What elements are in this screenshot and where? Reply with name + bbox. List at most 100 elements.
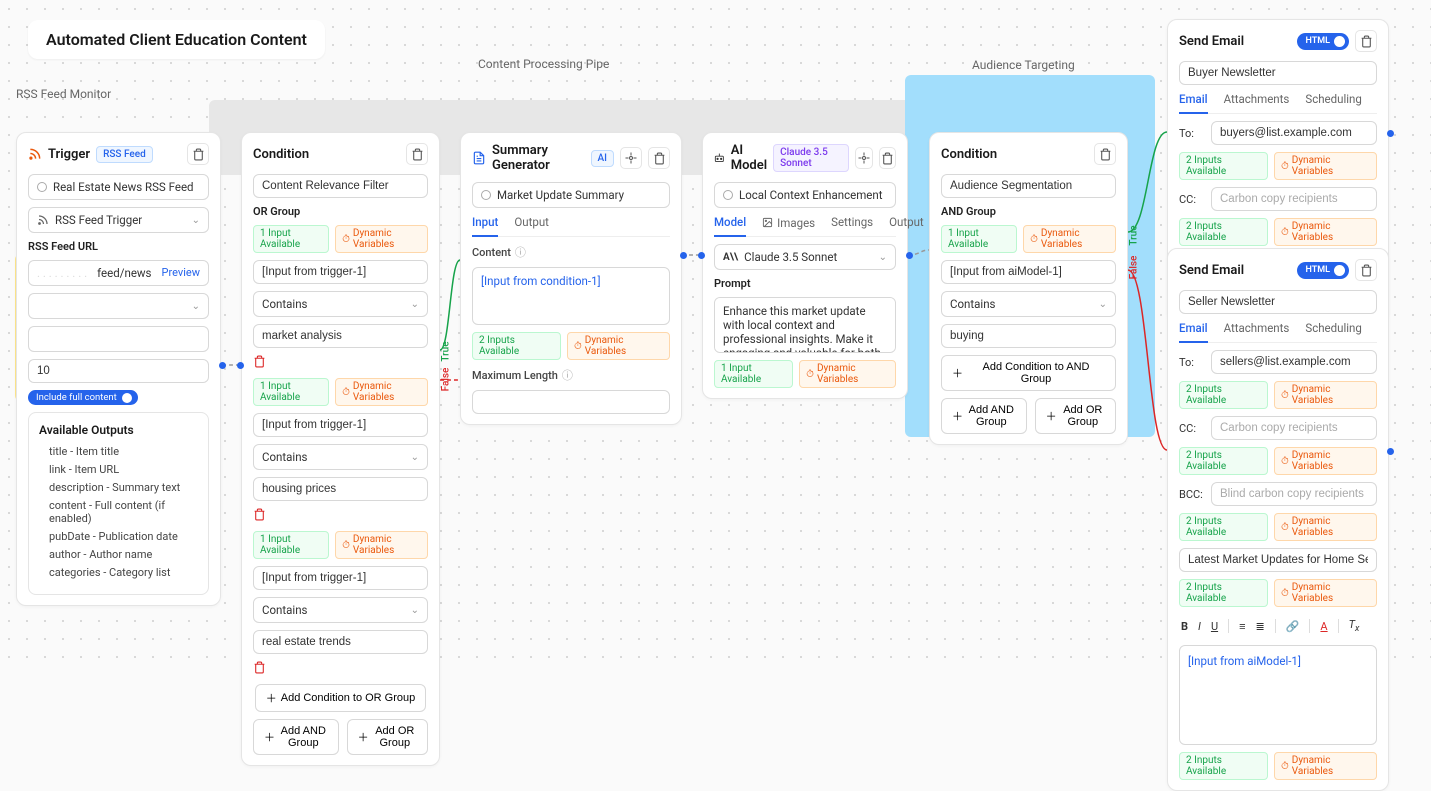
delete-button[interactable] [187, 143, 209, 165]
email2-card[interactable]: Send Email HTML Email Attachments Schedu… [1167, 248, 1389, 791]
dyn-chip[interactable]: ⏱ Dynamic Variables [567, 332, 670, 360]
delete-row[interactable] [253, 508, 428, 524]
body-editor[interactable]: [Input from aiModel-1] [1179, 645, 1377, 745]
to-input[interactable] [1211, 350, 1377, 374]
trigger-card[interactable]: Trigger RSS Feed Real Estate News RSS Fe… [16, 132, 221, 606]
tab-model[interactable]: Model [714, 215, 746, 237]
cc-input[interactable] [1211, 416, 1377, 440]
prompt-textarea[interactable]: Enhance this market update with local co… [714, 297, 896, 353]
operator-select[interactable]: Contains⌄ [253, 444, 428, 470]
delete-row[interactable] [253, 355, 428, 371]
interval-input[interactable] [28, 359, 209, 383]
port[interactable] [237, 362, 244, 369]
operator-select[interactable]: Contains⌄ [253, 291, 428, 317]
dyn-chip[interactable]: ⏱ Dynamic Variables [335, 378, 428, 406]
dyn-chip[interactable]: ⏱ Dynamic Variables [1274, 579, 1377, 607]
input-ref[interactable] [253, 260, 428, 284]
tab-output[interactable]: Output [514, 215, 549, 236]
model-select[interactable]: A\\Claude 3.5 Sonnet ⌄ [714, 244, 896, 270]
delete-button[interactable] [1094, 143, 1116, 165]
input-ref[interactable] [941, 260, 1116, 284]
email-name-input[interactable] [1179, 61, 1377, 85]
preview-link[interactable]: Preview [162, 266, 200, 280]
condition2-card[interactable]: Condition AND Group 1 Input Available⏱ D… [929, 132, 1128, 445]
color-icon[interactable]: A [1320, 620, 1327, 633]
dyn-chip[interactable]: ⏱ Dynamic Variables [799, 360, 896, 388]
port[interactable] [1387, 130, 1394, 137]
italic-icon[interactable]: I [1198, 620, 1201, 633]
tab-output[interactable]: Output [889, 215, 924, 236]
workflow-title[interactable]: Automated Client Education Content [28, 20, 325, 59]
value-input[interactable] [941, 324, 1116, 348]
add-and-condition-button[interactable]: ＋Add Condition to AND Group [941, 355, 1116, 391]
delete-button[interactable] [406, 143, 428, 165]
port[interactable] [219, 362, 226, 369]
dyn-chip[interactable]: ⏱ Dynamic Variables [1274, 752, 1377, 780]
tab-attachments[interactable]: Attachments [1224, 321, 1290, 342]
tab-input[interactable]: Input [472, 215, 498, 237]
to-input[interactable] [1211, 121, 1377, 145]
dyn-chip[interactable]: ⏱ Dynamic Variables [335, 225, 428, 253]
dyn-chip[interactable]: ⏱ Dynamic Variables [1274, 447, 1377, 475]
content-textarea[interactable]: [Input from condition-1] [472, 267, 670, 325]
delete-button[interactable] [879, 147, 896, 169]
unused-select[interactable]: ⌄ [28, 293, 209, 319]
dyn-chip[interactable]: ⏱ Dynamic Variables [1274, 381, 1377, 409]
port[interactable] [906, 252, 913, 259]
subject-input[interactable] [1179, 548, 1377, 572]
delete-button[interactable] [1355, 259, 1377, 281]
tab-email[interactable]: Email [1179, 92, 1208, 114]
condition-name-input[interactable] [941, 174, 1116, 198]
empty-input[interactable] [28, 326, 209, 352]
tab-scheduling[interactable]: Scheduling [1305, 92, 1362, 113]
tab-settings[interactable]: Settings [831, 215, 873, 236]
port[interactable] [680, 252, 687, 259]
settings-button[interactable] [620, 147, 642, 169]
include-full-toggle[interactable]: Include full content [28, 390, 138, 405]
add-and-group-button[interactable]: ＋Add AND Group [253, 719, 339, 755]
rss-url-input[interactable]: . . . . . . . . . feed/news Preview [28, 260, 209, 286]
add-and-group-button[interactable]: ＋Add AND Group [941, 398, 1027, 434]
input-ref[interactable] [253, 566, 428, 590]
clear-icon[interactable]: Tx [1349, 618, 1360, 634]
value-input[interactable] [253, 324, 428, 348]
tab-images[interactable]: Images [762, 215, 815, 236]
delete-button[interactable] [1355, 30, 1377, 52]
link-icon[interactable]: 🔗 [1286, 620, 1300, 633]
value-input[interactable] [253, 477, 428, 501]
html-toggle[interactable]: HTML [1297, 262, 1349, 279]
settings-button[interactable] [855, 147, 872, 169]
dyn-chip[interactable]: ⏱ Dynamic Variables [1274, 152, 1377, 180]
tab-attachments[interactable]: Attachments [1224, 92, 1290, 113]
operator-select[interactable]: Contains⌄ [253, 597, 428, 623]
email-name-input[interactable] [1179, 290, 1377, 314]
dyn-chip[interactable]: ⏱ Dynamic Variables [1274, 218, 1377, 246]
dyn-chip[interactable]: ⏱ Dynamic Variables [1274, 513, 1377, 541]
port[interactable] [698, 252, 705, 259]
list-icon[interactable]: ≡ [1239, 620, 1245, 633]
operator-select[interactable]: Contains⌄ [941, 291, 1116, 317]
maxlen-input[interactable] [472, 390, 670, 414]
aimodel-card[interactable]: AI Model Claude 3.5 Sonnet Local Context… [702, 132, 908, 399]
value-input[interactable] [253, 630, 428, 654]
port[interactable] [1387, 448, 1394, 455]
dyn-chip[interactable]: ⏱ Dynamic Variables [335, 531, 428, 559]
add-or-group-button[interactable]: ＋Add OR Group [347, 719, 428, 755]
delete-button[interactable] [648, 147, 670, 169]
html-toggle[interactable]: HTML [1297, 33, 1349, 50]
underline-icon[interactable]: U [1211, 620, 1218, 633]
add-or-group-button[interactable]: ＋Add OR Group [1035, 398, 1116, 434]
add-or-condition-button[interactable]: ＋Add Condition to OR Group [255, 684, 427, 712]
condition-name-input[interactable] [253, 174, 428, 198]
delete-row[interactable] [253, 661, 428, 677]
input-ref[interactable] [253, 413, 428, 437]
trigger-type-select[interactable]: RSS Feed Trigger ⌄ [28, 207, 209, 233]
bold-icon[interactable]: B [1181, 620, 1188, 633]
tab-email[interactable]: Email [1179, 321, 1208, 343]
cc-input[interactable] [1211, 187, 1377, 211]
summary-card[interactable]: Summary Generator AI Market Update Summa… [460, 132, 682, 425]
bcc-input[interactable] [1211, 482, 1377, 506]
dyn-chip[interactable]: ⏱ Dynamic Variables [1023, 225, 1116, 253]
tab-scheduling[interactable]: Scheduling [1305, 321, 1362, 342]
numlist-icon[interactable]: ≣ [1256, 620, 1265, 633]
